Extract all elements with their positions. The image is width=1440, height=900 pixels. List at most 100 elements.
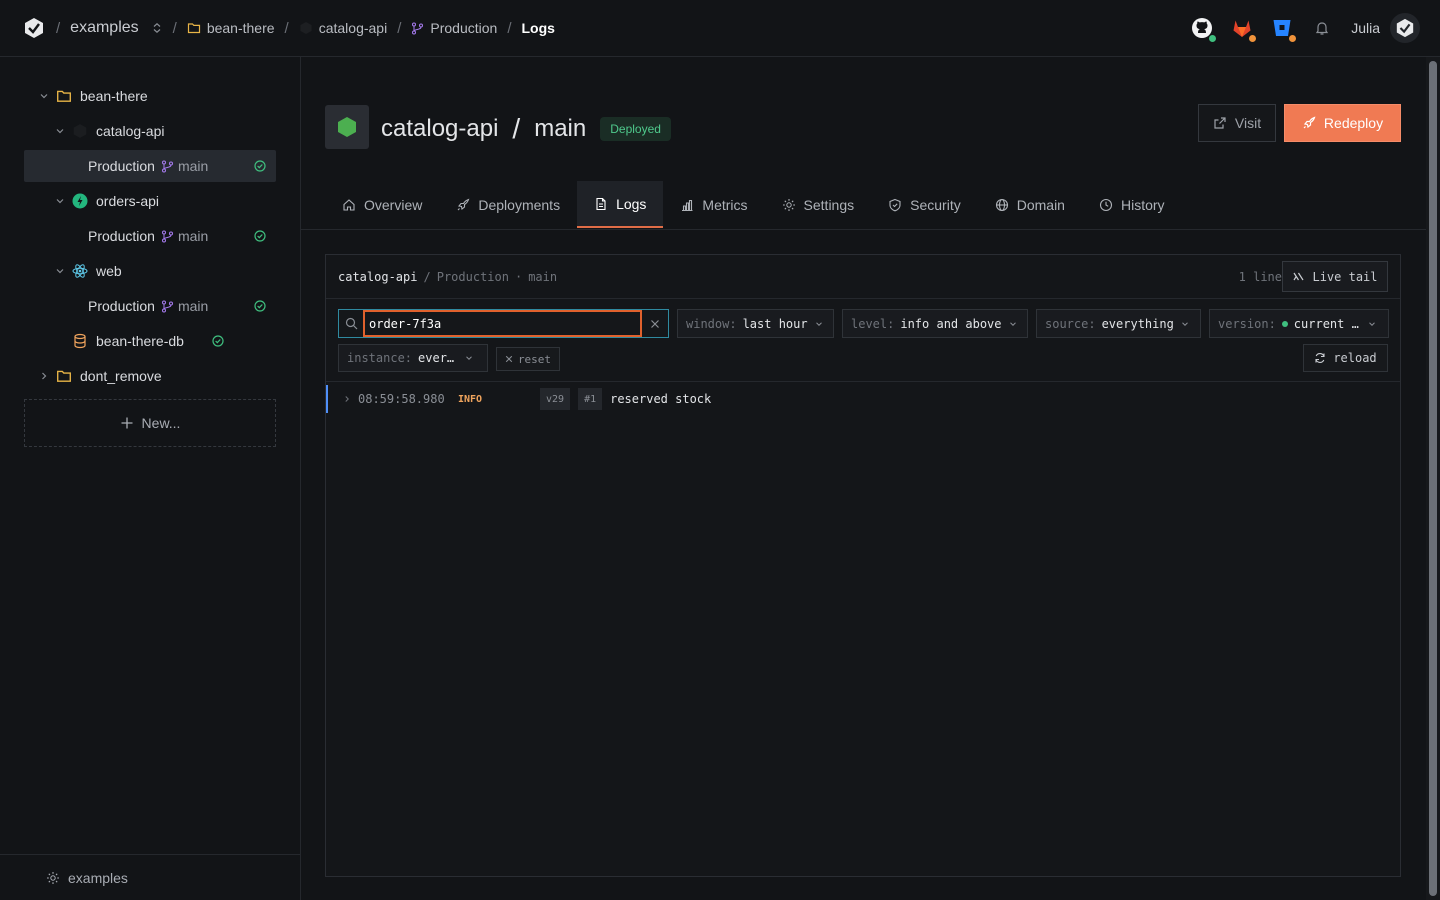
log-search bbox=[338, 309, 669, 338]
version-filter[interactable]: version: current … bbox=[1209, 309, 1389, 338]
github-icon[interactable] bbox=[1191, 17, 1218, 43]
new-button[interactable]: New... bbox=[24, 399, 276, 447]
clock-icon bbox=[1099, 198, 1113, 211]
file-icon bbox=[596, 197, 606, 210]
breadcrumb-separator: / bbox=[172, 19, 177, 37]
tab-logs[interactable]: Logs bbox=[577, 181, 664, 228]
sidebar-item-orders-api[interactable]: orders-api bbox=[24, 185, 276, 217]
tab-bar: Overview Deployments Logs Metrics Settin… bbox=[325, 181, 1182, 229]
filter-value: info and above bbox=[900, 316, 1002, 331]
sidebar-item-bean-there-db[interactable]: bean-there-db bbox=[24, 325, 276, 357]
instance-filter[interactable]: instance: ever… bbox=[338, 344, 488, 372]
window-filter[interactable]: window: last hour bbox=[677, 309, 834, 338]
sidebar-item-environment[interactable]: Production main bbox=[24, 220, 276, 252]
chevron-right-icon[interactable] bbox=[328, 394, 358, 404]
log-version-tag: v29 bbox=[540, 388, 571, 410]
provider-status-dot bbox=[1208, 34, 1218, 43]
tab-label: Security bbox=[910, 196, 961, 213]
sidebar-item-bean-there[interactable]: bean-there bbox=[24, 80, 276, 112]
chevron-down-icon[interactable] bbox=[54, 265, 66, 277]
plus-icon bbox=[121, 417, 133, 429]
sidebar-item-web[interactable]: web bbox=[24, 255, 276, 287]
log-entry[interactable]: 08:59:58.980 INFO v29 #1 reserved stock bbox=[326, 385, 1400, 413]
reload-button[interactable]: reload bbox=[1303, 344, 1388, 372]
breadcrumb-service[interactable]: catalog-api bbox=[299, 20, 387, 36]
chevron-down-icon[interactable] bbox=[54, 195, 66, 207]
tab-divider bbox=[301, 229, 1426, 230]
source-filter[interactable]: source: everything bbox=[1036, 309, 1201, 338]
chevron-down-icon bbox=[1009, 321, 1016, 326]
bar-chart-icon bbox=[682, 199, 693, 211]
level-filter[interactable]: level: info and above bbox=[842, 309, 1028, 338]
tab-settings[interactable]: Settings bbox=[765, 181, 872, 228]
chevron-down-icon bbox=[1181, 321, 1188, 326]
redeploy-button[interactable]: Redeploy bbox=[1284, 104, 1401, 142]
breadcrumb-current-page: Logs bbox=[521, 20, 555, 36]
branch-label: main bbox=[177, 158, 209, 174]
tab-history[interactable]: History bbox=[1082, 181, 1182, 228]
branch-tag: main bbox=[161, 228, 208, 244]
sidebar-item-environment[interactable]: Production main bbox=[24, 150, 276, 182]
filter-value: last hour bbox=[742, 316, 808, 331]
reset-label: reset bbox=[517, 352, 552, 366]
clear-search-icon[interactable] bbox=[642, 319, 668, 329]
tab-domain[interactable]: Domain bbox=[978, 181, 1082, 228]
current-version-dot bbox=[1281, 320, 1288, 327]
check-circle-icon bbox=[254, 300, 266, 312]
user-menu[interactable]: Julia bbox=[1351, 13, 1420, 43]
bell-icon[interactable] bbox=[1311, 20, 1333, 36]
log-message: reserved stock bbox=[610, 392, 712, 406]
chevron-down-icon[interactable] bbox=[38, 90, 50, 102]
chevron-down-icon bbox=[1368, 321, 1375, 326]
gitlab-icon[interactable] bbox=[1231, 17, 1258, 43]
visit-button[interactable]: Visit bbox=[1198, 104, 1276, 142]
check-circle-icon bbox=[254, 230, 266, 242]
sidebar-item-label: dont_remove bbox=[80, 368, 162, 384]
chevron-down-icon[interactable] bbox=[54, 125, 66, 137]
tab-label: Deployments bbox=[478, 196, 561, 213]
sidebar-item-label: bean-there bbox=[80, 88, 148, 104]
sidebar-item-label: orders-api bbox=[96, 193, 160, 209]
branch-icon bbox=[161, 300, 173, 312]
sidebar-item-dont-remove[interactable]: dont_remove bbox=[24, 360, 276, 392]
breadcrumb-project[interactable]: bean-there bbox=[187, 20, 275, 36]
pause-stream-icon bbox=[1293, 272, 1304, 281]
chevron-updown-icon bbox=[153, 22, 161, 34]
top-right-actions: Julia bbox=[1191, 0, 1420, 56]
tab-deployments[interactable]: Deployments bbox=[439, 181, 577, 228]
folder-icon bbox=[57, 90, 71, 102]
shield-icon bbox=[889, 198, 901, 211]
refresh-icon bbox=[1315, 353, 1325, 363]
scrollbar[interactable] bbox=[1426, 57, 1440, 900]
nodejs-icon bbox=[325, 105, 369, 149]
breadcrumb-environment[interactable]: Production bbox=[411, 20, 497, 36]
provider-status-dot bbox=[1248, 34, 1258, 43]
reload-label: reload bbox=[1333, 351, 1377, 365]
live-tail-button[interactable]: Live tail bbox=[1282, 261, 1388, 292]
sidebar-item-catalog-api[interactable]: catalog-api bbox=[24, 115, 276, 147]
gear-icon bbox=[782, 198, 795, 211]
filter-key: instance: bbox=[347, 351, 413, 365]
redeploy-label: Redeploy bbox=[1323, 115, 1384, 131]
sidebar-item-label: Production bbox=[88, 298, 155, 314]
search-input[interactable] bbox=[363, 310, 642, 337]
reset-filters-button[interactable]: reset bbox=[496, 347, 560, 371]
sidebar-item-environment[interactable]: Production main bbox=[24, 290, 276, 322]
globe-icon bbox=[995, 198, 1008, 211]
chevron-down-icon bbox=[466, 356, 473, 360]
tab-overview[interactable]: Overview bbox=[325, 181, 439, 228]
workspace-settings-link[interactable]: examples bbox=[0, 854, 300, 900]
breadcrumb-workspace[interactable]: examples bbox=[70, 19, 162, 37]
tab-metrics[interactable]: Metrics bbox=[663, 181, 764, 228]
chevron-right-icon[interactable] bbox=[38, 370, 50, 382]
bitbucket-icon[interactable] bbox=[1271, 17, 1298, 43]
folder-icon bbox=[187, 23, 200, 34]
environment-label: Production bbox=[430, 20, 498, 36]
app-logo-icon[interactable] bbox=[22, 16, 46, 40]
react-icon bbox=[72, 264, 88, 278]
scrollbar-thumb[interactable] bbox=[1429, 61, 1437, 896]
main-content: catalog-api / main Deployed Visit Redepl… bbox=[301, 57, 1426, 900]
branch-icon bbox=[412, 22, 424, 34]
user-name: Julia bbox=[1351, 20, 1380, 36]
tab-security[interactable]: Security bbox=[871, 181, 978, 228]
